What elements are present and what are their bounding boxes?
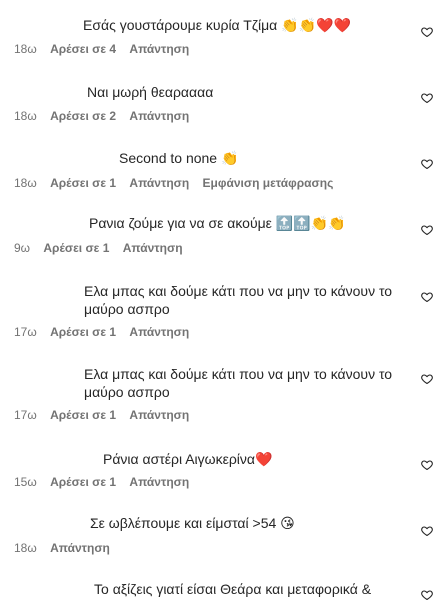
reply-button[interactable]: Απάντηση: [129, 176, 189, 190]
comment-text: Σε ωβλέπουμε και είμσταί >54 😘: [90, 515, 295, 531]
like-heart-icon[interactable]: [421, 26, 433, 38]
reply-button[interactable]: Απάντηση: [129, 408, 189, 422]
comment-meta: 18ω Αρέσει σε 1 Απάντηση Εμφάνιση μετάφρ…: [14, 176, 343, 190]
like-heart-icon[interactable]: [421, 291, 433, 303]
comment-time: 18ω: [14, 176, 37, 190]
reply-button[interactable]: Απάντηση: [123, 241, 183, 255]
likes-count-link[interactable]: Αρέσει σε 1: [50, 176, 116, 190]
comment-meta: 17ω Αρέσει σε 1 Απάντηση: [14, 325, 199, 339]
comment-time: 18ω: [14, 541, 37, 555]
likes-count-link[interactable]: Αρέσει σε 2: [50, 109, 116, 123]
reply-button[interactable]: Απάντηση: [129, 475, 189, 489]
comment-meta: 17ω Αρέσει σε 1 Απάντηση: [14, 408, 199, 422]
comment-text: Ναι μωρή θεαραααα: [87, 84, 214, 100]
likes-count-link[interactable]: Αρέσει σε 1: [43, 241, 109, 255]
comment-text: Εσάς γουστάρουμε κυρία Τζίμα 👏👏❤️❤️: [83, 17, 351, 33]
comment-text: Second to none 👏: [119, 150, 239, 166]
comment-time: 17ω: [14, 408, 37, 422]
comment-time: 18ω: [14, 109, 37, 123]
comment-text: Ράνια αστέρι Αιγωκερίνα❤️: [103, 451, 273, 467]
comment-time: 9ω: [14, 241, 31, 255]
reply-button[interactable]: Απάντηση: [129, 325, 189, 339]
like-heart-icon[interactable]: [421, 224, 433, 236]
like-heart-icon[interactable]: [421, 459, 433, 471]
reply-button[interactable]: Απάντηση: [50, 541, 110, 555]
reply-button[interactable]: Απάντηση: [129, 109, 189, 123]
like-heart-icon[interactable]: [421, 158, 433, 170]
comment-meta: 18ω Απάντηση: [14, 541, 120, 555]
like-heart-icon[interactable]: [421, 525, 433, 537]
comment-text: Ρανια ζούμε για να σε ακούμε 🔝🔝👏👏: [89, 215, 346, 231]
comment-time: 17ω: [14, 325, 37, 339]
comment-time: 18ω: [14, 42, 37, 56]
like-heart-icon[interactable]: [421, 92, 433, 104]
comment-text: Ελα μπας και δούμε κάτι που να μην το κά…: [84, 366, 396, 400]
comment-meta: 9ω Αρέσει σε 1 Απάντηση: [14, 241, 193, 255]
like-heart-icon[interactable]: [421, 373, 433, 385]
likes-count-link[interactable]: Αρέσει σε 4: [50, 42, 116, 56]
like-heart-icon[interactable]: [421, 589, 433, 601]
comment-meta: 18ω Αρέσει σε 4 Απάντηση: [14, 42, 199, 56]
likes-count-link[interactable]: Αρέσει σε 1: [50, 408, 116, 422]
reply-button[interactable]: Απάντηση: [129, 42, 189, 56]
comment-meta: 15ω Αρέσει σε 1 Απάντηση: [14, 475, 199, 489]
comment-text: Ελα μπας και δούμε κάτι που να μην το κά…: [84, 283, 396, 317]
comment-meta: 18ω Αρέσει σε 2 Απάντηση: [14, 109, 199, 123]
comment-time: 15ω: [14, 475, 37, 489]
likes-count-link[interactable]: Αρέσει σε 1: [50, 475, 116, 489]
likes-count-link[interactable]: Αρέσει σε 1: [50, 325, 116, 339]
comment-text: Το αξίζεις γιατί είσαι Θεάρα και μεταφορ…: [94, 581, 372, 597]
show-translation-link[interactable]: Εμφάνιση μετάφρασης: [203, 176, 334, 190]
